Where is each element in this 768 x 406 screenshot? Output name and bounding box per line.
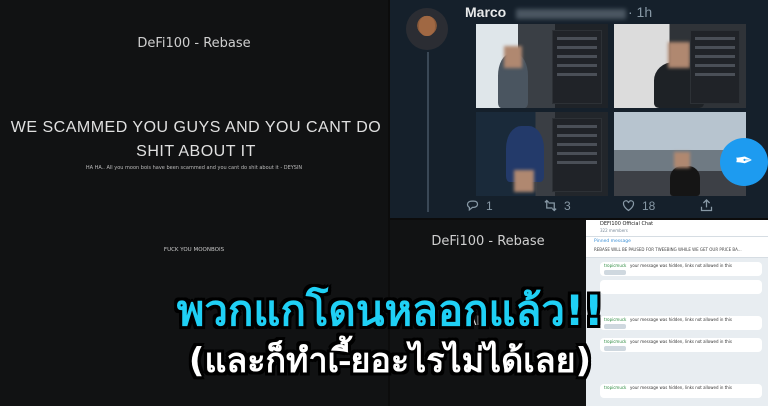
person-figure [670, 166, 700, 196]
blurred-handle [516, 9, 626, 19]
pinned-text: REBASE WILL BE PAUSED FOR TWEEBING WHILE… [594, 247, 742, 252]
screenshot-inset [552, 118, 602, 192]
tweet-actions: 1 3 18 [465, 198, 755, 216]
reply-count: 1 [486, 198, 493, 213]
thread-line [427, 52, 429, 212]
message-text: your message was hidden, links not allow… [630, 263, 732, 268]
like-count: 18 [642, 198, 656, 213]
avatar-face [419, 16, 435, 36]
retweet-count: 3 [564, 198, 571, 213]
tweet-author-name[interactable]: Marco [465, 4, 506, 20]
pinned-label: Pinned message [594, 239, 631, 244]
member-count: 322 members [600, 228, 628, 233]
scam-headline: WE SCAMMED YOU GUYS AND YOU CANT DO SHIT… [10, 119, 382, 160]
reply-button[interactable]: 1 [465, 198, 493, 213]
tweet-screenshot: Marco · 1h 1 3 18 ✒ [390, 0, 768, 218]
site-footer-text: FUCK YOU MOONBOIS [163, 247, 225, 253]
blurred-face [514, 170, 534, 192]
blurred-face [674, 152, 690, 168]
share-icon [700, 198, 713, 212]
pinned-message[interactable]: Pinned message REBASE WILL BE PAUSED FOR… [586, 237, 768, 258]
chat-message[interactable]: tropicmuck your message was hidden, link… [600, 262, 762, 276]
blurred-face [504, 46, 522, 68]
tweet-photo-1[interactable] [476, 24, 608, 108]
chat-title: DEFI100 Official Chat [600, 221, 654, 227]
blurred-face [668, 42, 690, 68]
reply-icon [466, 200, 479, 212]
compose-feather-icon: ✒ [734, 149, 754, 174]
share-button[interactable] [699, 198, 714, 213]
like-icon [622, 200, 635, 212]
like-button[interactable]: 18 [621, 198, 655, 213]
retweet-button[interactable]: 3 [543, 198, 571, 213]
retweet-icon [544, 199, 557, 212]
caption-line-2: (และก็ทำเ-ี้ยอะไรไม่ได้เลย) [188, 341, 592, 381]
chat-header: DEFI100 Official Chat 322 members [586, 220, 768, 237]
compose-tweet-button[interactable]: ✒ [720, 138, 768, 186]
scam-subline: HA HA.. All you moon bois have been scam… [85, 165, 303, 171]
site-title: DeFi100 - Rebase [137, 36, 251, 51]
screenshot-inset [552, 30, 602, 104]
tweet-photo-3[interactable] [476, 112, 608, 196]
tweet-photo-grid [476, 24, 746, 196]
message-button[interactable] [604, 270, 626, 275]
tweet-photo-2[interactable] [614, 24, 746, 108]
message-sender: tropicmuck [604, 263, 627, 268]
site-title: DeFi100 - Rebase [431, 234, 545, 249]
tweet-timestamp[interactable]: · 1h [628, 4, 652, 20]
screenshot-inset [690, 30, 740, 104]
